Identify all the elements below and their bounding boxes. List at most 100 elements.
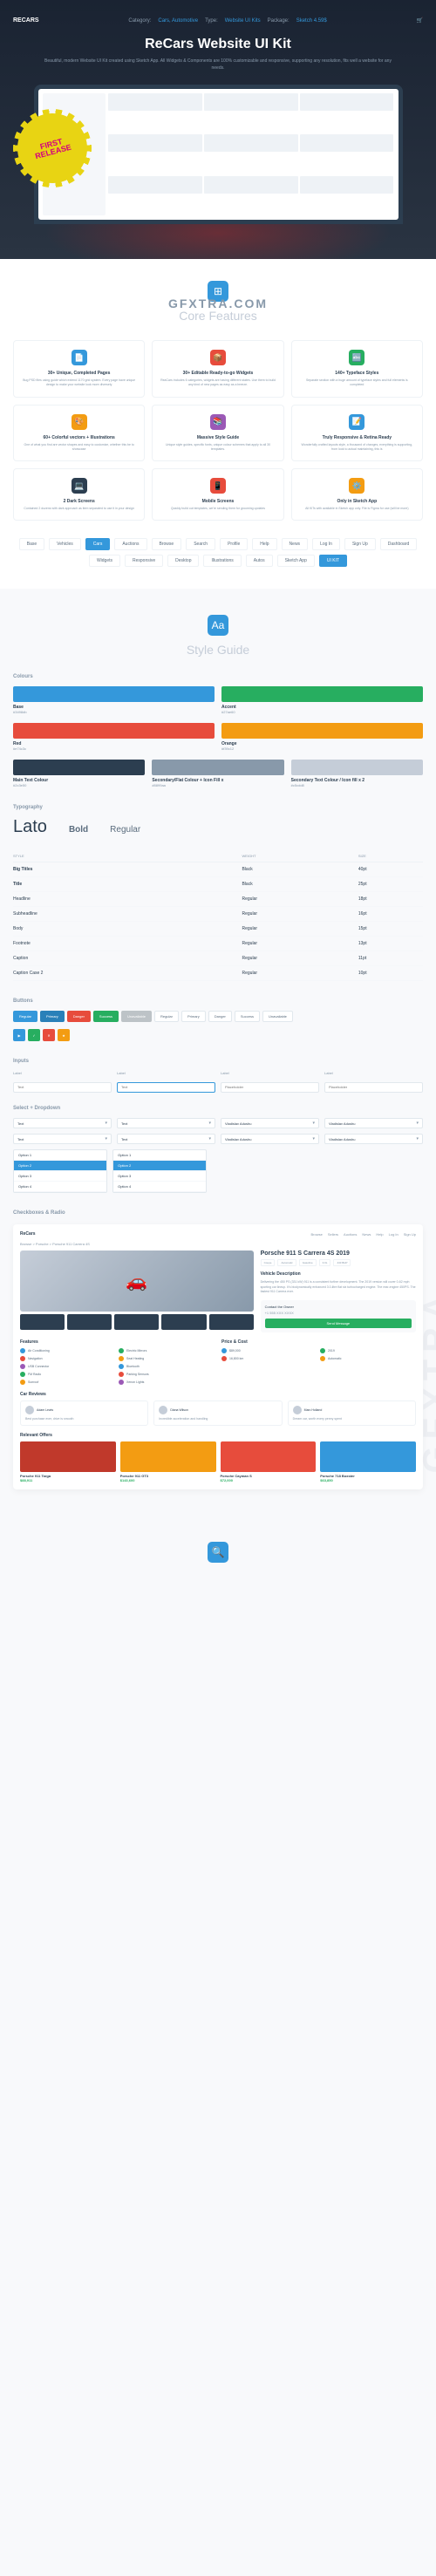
select-field[interactable]: Vladislav Adushu▾ [324,1134,423,1144]
chevron-down-icon: ▾ [416,1121,419,1126]
tag[interactable]: Log In [312,538,340,550]
product-description: Delivering the 450 PS (331 kW) 911 is a … [261,1280,416,1295]
offer-price: $63,850 [320,1478,416,1482]
dropdown-option[interactable]: Option 1 [14,1150,106,1161]
button-unavailable[interactable]: Unavailable [121,1011,152,1022]
feature-icon: 📦 [210,350,226,365]
tag[interactable]: UI KIT [319,555,347,567]
tag[interactable]: Auctions [114,538,146,550]
tag[interactable]: Sketch App [277,555,315,567]
section-title: Core Features [13,309,423,323]
nav-link[interactable]: Auctions [344,1232,357,1237]
button-primary[interactable]: Primary [40,1011,65,1022]
features-title: Features [20,1339,215,1345]
dropdown-option[interactable]: Option 4 [113,1182,206,1192]
button-unavailable[interactable]: Unavailable [262,1011,293,1022]
breadcrumb[interactable]: Browse > Porsche > Porsche 911 Carrera 4… [20,1242,416,1246]
tag[interactable]: Widgets [89,555,120,567]
avatar [293,1406,302,1414]
typography-label: Typography [13,805,423,810]
nav-item[interactable]: Cars, Automotive [158,18,198,24]
icon-button[interactable]: ▶ [13,1029,25,1041]
nav-link[interactable]: Sign Up [404,1232,416,1237]
button-regular[interactable]: Regular [154,1011,179,1022]
button-success[interactable]: Success [235,1011,260,1022]
button-success[interactable]: Success [93,1011,119,1022]
nav-link[interactable]: Help [376,1232,383,1237]
feature-card: 💻2 Dark ScreensContained 2 dozens with d… [13,468,145,521]
table-header: WEIGHT [242,850,358,862]
select-field[interactable]: Text▾ [117,1118,215,1128]
feature-item: Navigation [20,1356,116,1361]
icon-button[interactable]: ✓ [28,1029,40,1041]
select-field[interactable]: Vladislav Adushu▾ [324,1118,423,1128]
select-field[interactable]: Vladislav Adushu▾ [221,1134,319,1144]
offer-card[interactable]: Porsche 911 Targa$88,911 [20,1441,116,1482]
text-input[interactable] [117,1082,215,1093]
tag[interactable]: Help [252,538,276,550]
tag[interactable]: Autos [246,555,273,567]
select-field[interactable]: Vladislav Adushu▾ [221,1118,319,1128]
thumbnail[interactable] [114,1314,159,1330]
tag[interactable]: Cars [85,538,111,550]
select-field[interactable]: Text▾ [13,1118,112,1128]
text-input[interactable] [324,1082,423,1093]
offer-card[interactable]: Porsche 911 GT3$143,600 [120,1441,216,1482]
tag[interactable]: Responsive [125,555,163,567]
nav-item: Package: [268,18,290,24]
thumbnail[interactable] [161,1314,206,1330]
tag[interactable]: Desktop [167,555,199,567]
hero-image[interactable]: 🚗 [20,1251,254,1312]
nav-link[interactable]: Log In [389,1232,399,1237]
thumbnail[interactable] [67,1314,112,1330]
tag[interactable]: Browse [152,538,182,550]
select-field[interactable]: Text▾ [13,1134,112,1144]
feature-title: 2 Dark Screens [21,499,137,504]
offer-card[interactable]: Porsche Cayman S$72,000 [221,1441,317,1482]
tag[interactable]: Illustrations [203,555,241,567]
feature-item: Air Conditioning [20,1348,116,1353]
feature-card: 📚Massive Style GuideUnique style guides,… [152,405,283,462]
offer-card[interactable]: Porsche 718 Boxster$63,850 [320,1441,416,1482]
cart-icon[interactable]: 🛒 [417,17,423,24]
nav-link[interactable]: Browse [310,1232,322,1237]
search-icon[interactable]: 🔍 [208,1542,228,1563]
send-message-button[interactable]: Send Message [265,1319,412,1328]
nav-item[interactable]: Website UI Kits [225,18,261,24]
tag[interactable]: Vehicles [49,538,81,550]
text-input[interactable] [221,1082,319,1093]
dropdown-option[interactable]: Option 3 [14,1171,106,1182]
dropdown-option[interactable]: Option 3 [113,1171,206,1182]
dropdown-option[interactable]: Option 4 [14,1182,106,1192]
feature-item: Seat Heating [119,1356,215,1361]
feature-desc: One of what you find are vector shapes a… [21,443,137,453]
dropdown-option[interactable]: Option 2 [113,1161,206,1171]
color-swatch: Base#3498db [13,686,215,714]
chevron-down-icon: ▾ [312,1136,315,1141]
tag[interactable]: Profile [220,538,248,550]
nav-link[interactable]: Sellers [328,1232,338,1237]
button-regular[interactable]: Regular [13,1011,37,1022]
tag[interactable]: News [282,538,309,550]
button-primary[interactable]: Primary [181,1011,206,1022]
tag[interactable]: Sign Up [344,538,376,550]
feature-item: Electric Mirrors [119,1348,215,1353]
reviewer-name: Adam Lewis [37,1408,53,1412]
tag[interactable]: Dashboard [380,538,417,550]
thumbnail[interactable] [209,1314,254,1330]
button-danger[interactable]: Danger [67,1011,91,1022]
icon-button[interactable]: ★ [58,1029,70,1041]
tag[interactable]: Base [19,538,44,550]
select-field[interactable]: Text▾ [117,1134,215,1144]
table-row: Big TitlesBlack40pt [13,862,423,877]
dropdown-option[interactable]: Option 2 [14,1161,106,1171]
icon-button[interactable]: ✕ [43,1029,55,1041]
nav-item[interactable]: Sketch 4.59$ [296,18,327,24]
feature-card: 🔤140+ Typeface StylesSeparate section wi… [291,340,423,398]
tag[interactable]: Search [186,538,215,550]
thumbnail[interactable] [20,1314,65,1330]
dropdown-option[interactable]: Option 1 [113,1150,206,1161]
nav-link[interactable]: News [362,1232,371,1237]
text-input[interactable] [13,1082,112,1093]
button-danger[interactable]: Danger [208,1011,232,1022]
